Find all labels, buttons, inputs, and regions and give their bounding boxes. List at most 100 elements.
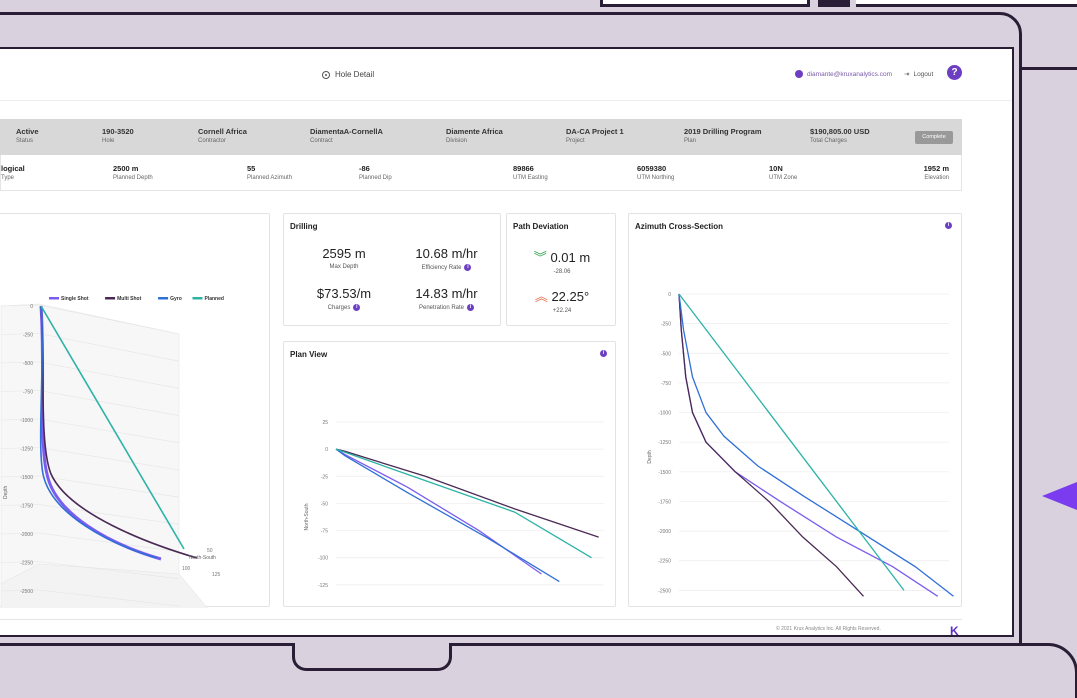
division-cell: Diamente Africa Division xyxy=(446,127,503,144)
y-tick-label: 0 xyxy=(668,292,671,298)
logout-label: Logout xyxy=(913,70,934,78)
path-deviation-title: Path Deviation xyxy=(513,222,569,231)
contractor-value: Cornell Africa xyxy=(198,127,247,136)
legend-label: Multi Shot xyxy=(117,296,141,302)
legend-swatch xyxy=(192,297,203,300)
hole-cell: 190-3520 Hole xyxy=(102,127,134,144)
legend-label: Single Shot xyxy=(61,296,89,302)
background-window xyxy=(818,0,850,7)
y-tick-label: -1000 xyxy=(20,418,33,424)
laptop-notch xyxy=(292,643,452,671)
y-tick-label: -1500 xyxy=(658,470,671,476)
background-window xyxy=(856,0,1077,7)
complete-button[interactable]: Complete xyxy=(915,131,953,144)
depth-cell: 2500 m Planned Depth xyxy=(113,164,153,181)
series-line-gyro xyxy=(335,448,560,583)
charges-rate-value: $73.53/m xyxy=(316,286,372,301)
y-axis-label: Depth xyxy=(647,450,653,464)
y-tick-label: -500 xyxy=(23,361,33,367)
planned-dip-value: -86 xyxy=(359,164,370,173)
utm-northing-label: UTM Northing xyxy=(637,175,675,181)
azimuth-chart[interactable]: 0 -250 -500 -750 -1000 -1250 -1500 -1750 -2000 -2… xyxy=(629,214,963,608)
y-tick-label: -500 xyxy=(661,351,671,357)
angle-deviation-value: 22.25° xyxy=(551,289,590,304)
type-label: Type xyxy=(1,175,15,181)
y-axis-label: North-South xyxy=(304,503,310,530)
legend-swatch xyxy=(158,297,169,300)
max-depth-label-text: Max Depth xyxy=(329,264,359,270)
angle-deviation-delta: +22.24 xyxy=(552,308,572,314)
charges-rate-label: Charges i xyxy=(299,304,389,311)
max-depth-stat: 2595 m Max Depth xyxy=(304,246,384,270)
side-panel xyxy=(1020,32,1077,70)
project-value: DA-CA Project 1 xyxy=(566,127,624,136)
efficiency-stat: 10.68 m/hr Efficiency Rate i xyxy=(399,246,494,271)
charges-stat: $73.53/m Charges i xyxy=(299,286,389,311)
user-menu[interactable]: diamante@kruxanalytics.com xyxy=(795,70,892,78)
utm-northing-value: 6059380 xyxy=(637,164,667,173)
y-tick-label: -2250 xyxy=(658,559,671,565)
y-tick-label: -2500 xyxy=(658,588,671,594)
distance-deviation-value: 0.01 m xyxy=(550,250,591,265)
contractor-label: Contractor xyxy=(198,138,227,144)
target-icon xyxy=(322,70,330,79)
y-axis-label: Depth xyxy=(3,485,9,499)
logout-button[interactable]: ⇥ Logout xyxy=(904,70,934,79)
distance-deviation-stat: ︾ 0.01 m -28.06 xyxy=(517,247,607,275)
penetration-label-text: Penetration Rate xyxy=(418,304,465,311)
status-cell: Active Status xyxy=(16,127,39,144)
info-icon[interactable]: i xyxy=(464,264,472,271)
charges-rate-label-text: Charges xyxy=(327,304,351,311)
planned-dip-label: Planned Dip xyxy=(359,175,392,181)
y-tick-label: 0 xyxy=(30,304,33,310)
path-deviation-card: Path Deviation ︾ 0.01 m -28.06 ︽ 22.25° … xyxy=(506,213,616,326)
y-tick-label: 25 xyxy=(322,420,328,426)
contractor-cell: Cornell Africa Contractor xyxy=(198,127,247,144)
penetration-label: Penetration Rate i xyxy=(399,304,494,311)
y-tick-label: -25 xyxy=(321,474,328,480)
planned-azimuth-value: 55 xyxy=(247,164,256,173)
y-tick-label: -250 xyxy=(23,333,33,339)
laptop-base xyxy=(0,643,1077,698)
background-window xyxy=(600,0,810,7)
utm-easting-label: UTM Easting xyxy=(513,175,548,181)
utm-zone-label: UTM Zone xyxy=(769,175,798,181)
y-tick-label: -750 xyxy=(23,390,33,396)
help-icon[interactable]: ? xyxy=(947,65,962,80)
hole-summary-bar: Active Status 190-3520 Hole Cornell Africa… xyxy=(0,119,962,155)
easting-cell: 89866 UTM Easting xyxy=(513,164,548,181)
utm-zone-value: 10N xyxy=(769,164,783,173)
planned-depth-label: Planned Depth xyxy=(113,175,153,181)
y-tick-label: -2500 xyxy=(20,589,33,595)
trajectory-3d-chart[interactable]: 0 -250 -500 -750 -1000 -1250 -1500 -1750 -2000 -2… xyxy=(0,214,271,635)
northing-cell: 6059380 UTM Northing xyxy=(637,164,674,181)
planned-azimuth-label: Planned Azimuth xyxy=(247,175,293,181)
logout-icon: ⇥ xyxy=(904,71,910,78)
legend-label: Gyro xyxy=(170,296,182,302)
y-tick-label: -50 xyxy=(321,501,328,507)
info-icon[interactable]: i xyxy=(353,304,361,311)
contract-label: Contract xyxy=(310,138,333,144)
y-tick-label: -250 xyxy=(661,322,671,328)
azimuth-cell: 55 Planned Azimuth xyxy=(247,164,292,181)
utm-easting-value: 89866 xyxy=(513,164,534,173)
user-email: diamante@kruxanalytics.com xyxy=(807,70,892,78)
info-icon[interactable]: i xyxy=(467,304,475,311)
plan-view-chart[interactable]: 250-25-50-75-100-125-1500255075100125Eas… xyxy=(284,342,617,608)
max-depth-label: Max Depth xyxy=(304,264,384,270)
division-value: Diamente Africa xyxy=(446,127,503,136)
y-tick-label: -1250 xyxy=(20,447,33,453)
division-label: Division xyxy=(446,138,468,144)
dip-cell: -86 Planned Dip xyxy=(359,164,392,181)
y-tick-label: 0 xyxy=(325,447,328,453)
project-cell: DA-CA Project 1 Project xyxy=(566,127,624,144)
y-tick-label: -1250 xyxy=(658,440,671,446)
y-tick-label: -2250 xyxy=(20,561,33,567)
y-tick-label: -750 xyxy=(661,381,671,387)
series-line-single-shot xyxy=(678,293,939,597)
plan-value: 2019 Drilling Program xyxy=(684,127,762,136)
y-tick-label: -2000 xyxy=(20,532,33,538)
chevron-up-icon: ︽ xyxy=(534,289,548,304)
hole-label: Hole xyxy=(102,138,115,144)
penetration-stat: 14.83 m/hr Penetration Rate i xyxy=(399,286,494,311)
